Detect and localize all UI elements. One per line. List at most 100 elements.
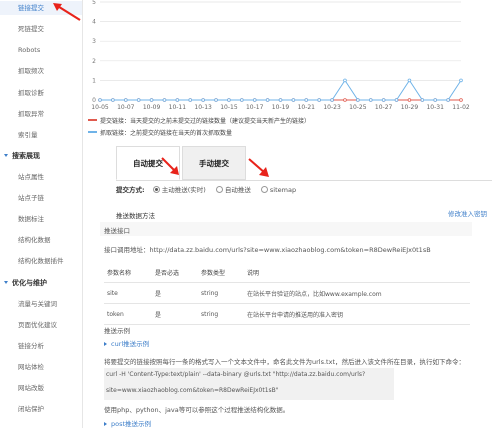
post-example-toggle[interactable]: post推送示例 bbox=[104, 418, 151, 428]
data-point bbox=[343, 98, 347, 102]
table-header-cell: 参数名称 bbox=[104, 262, 152, 283]
triangle-down-icon bbox=[4, 281, 8, 284]
table-cell: site bbox=[104, 282, 152, 304]
radio-icon bbox=[215, 186, 223, 193]
radio-label: 自动推送 bbox=[224, 186, 251, 194]
x-tick-label: 10-29 bbox=[401, 104, 419, 111]
sidebar-item-site-checkup[interactable]: 网站体检 bbox=[0, 360, 82, 374]
sidebar-section-optimize[interactable]: 优化与维护 bbox=[0, 276, 82, 290]
sidebar: 链接提交 死链提交 Robots 抓取频次 抓取诊断 抓取异常 索引量 搜索展现… bbox=[0, 0, 83, 428]
data-point bbox=[240, 98, 244, 102]
curl-command-block: curl -H 'Content-Type:text/plain' --data… bbox=[104, 368, 394, 400]
table-cell: 是 bbox=[152, 303, 198, 325]
data-point bbox=[343, 78, 347, 83]
data-point bbox=[175, 98, 180, 102]
radio-label: sitemap bbox=[269, 186, 297, 194]
sidebar-item-structured-data[interactable]: 结构化数据 bbox=[0, 233, 82, 247]
link-submit-chart: 0 1 2 3 4 5 10-05 10-07 10-09 10-11 10-13 10-15 10-1… bbox=[91, 0, 470, 111]
table-cell: 在站长平台验证的站点，比如www.example.com bbox=[244, 282, 470, 304]
x-tick-label: 10-07 bbox=[117, 104, 135, 111]
sidebar-item-structured-data-plugin[interactable]: 结构化数据插件 bbox=[0, 254, 82, 268]
data-point bbox=[407, 98, 412, 102]
sidebar-item-crawl-frequency[interactable]: 抓取频次 bbox=[0, 64, 82, 78]
table-cell: 是 bbox=[152, 282, 198, 304]
curl-command-line-2: site=www.xiaozhaoblog.com&token=R8DewRei… bbox=[106, 387, 279, 394]
curl-example-label: curl推送示例 bbox=[111, 340, 150, 348]
x-tick-label: 10-21 bbox=[298, 104, 316, 111]
data-point bbox=[446, 98, 450, 102]
x-tick-label: 10-25 bbox=[349, 104, 367, 111]
data-point bbox=[111, 98, 115, 102]
curl-example-toggle[interactable]: curl推送示例 bbox=[104, 338, 149, 348]
data-point bbox=[98, 98, 102, 102]
table-header-cell: 说明 bbox=[244, 262, 470, 283]
data-point bbox=[317, 98, 321, 102]
params-table: 参数名称 是否必选 参数类型 说明 site 是 string 在站长平台验证的… bbox=[104, 262, 470, 325]
red-arrow-annotation bbox=[161, 157, 179, 175]
tab-manual-submit[interactable]: 手动提交 bbox=[182, 146, 246, 180]
post-example-label: post推送示例 bbox=[111, 420, 152, 428]
sidebar-item-index[interactable]: 索引量 bbox=[0, 128, 82, 142]
table-header-cell: 参数类型 bbox=[198, 262, 244, 283]
legend-label-crawl: 抓取链接：之前提交的链接在当天的首次抓取数量 bbox=[100, 130, 233, 137]
x-tick-label: 10-17 bbox=[246, 104, 264, 111]
radio-sitemap[interactable]: sitemap bbox=[260, 186, 297, 194]
sidebar-section-label: 优化与维护 bbox=[12, 279, 47, 287]
x-tick-label: 10-31 bbox=[426, 104, 444, 111]
curl-command-line-1: curl -H 'Content-Type:text/plain' --data… bbox=[106, 371, 366, 378]
table-header-row: 参数名称 是否必选 参数类型 说明 bbox=[104, 262, 470, 283]
data-point bbox=[136, 98, 141, 102]
y-tick-label: 3 bbox=[92, 38, 96, 45]
php-description: 使用php、python、java等可以参照这个过程推送结构化数据。 bbox=[104, 406, 290, 414]
curl-description: 将要提交的链接按照每行一条的格式写入一个文本文件中，命名此文件为urls.txt… bbox=[104, 358, 465, 366]
table-cell: token bbox=[104, 303, 152, 325]
data-point bbox=[123, 98, 128, 102]
red-arrow-annotation bbox=[53, 3, 81, 21]
radio-label: 主动推送(实时) bbox=[161, 186, 206, 194]
data-point bbox=[459, 78, 463, 83]
data-point bbox=[278, 98, 283, 102]
x-tick-label: 10-11 bbox=[169, 104, 187, 111]
radio-active-push[interactable]: 主动推送(实时) bbox=[152, 186, 206, 194]
y-tick-label: 5 bbox=[92, 0, 96, 6]
edit-token-link[interactable]: 修改准入密钥 bbox=[448, 208, 487, 218]
x-tick-label: 10-05 bbox=[91, 104, 109, 111]
data-point bbox=[162, 98, 167, 102]
sidebar-item-link-analysis[interactable]: 链接分析 bbox=[0, 339, 82, 353]
sidebar-item-site-revision[interactable]: 网站改版 bbox=[0, 381, 82, 395]
sidebar-item-sitelinks[interactable]: 站点子链 bbox=[0, 191, 82, 205]
triangle-down-icon bbox=[4, 154, 8, 157]
data-point bbox=[291, 98, 296, 102]
sidebar-item-crawl-diagnosis[interactable]: 抓取诊断 bbox=[0, 86, 82, 100]
sidebar-item-robots[interactable]: Robots bbox=[0, 43, 82, 57]
radio-auto-push[interactable]: 自动推送 bbox=[215, 186, 251, 194]
sidebar-item-traffic-keywords[interactable]: 流量与关键词 bbox=[0, 297, 82, 311]
sidebar-item-data-annotation[interactable]: 数据标注 bbox=[0, 212, 82, 226]
sidebar-item-site-attributes[interactable]: 站点属性 bbox=[0, 170, 82, 184]
legend-item-submit: 提交链接：当天提交的之前未提交过的链接数量（建议提交当天新产生的链接） bbox=[88, 116, 488, 125]
y-tick-label: 1 bbox=[92, 77, 96, 84]
data-point bbox=[433, 98, 438, 102]
data-point bbox=[201, 98, 205, 102]
triangle-right-icon bbox=[104, 422, 107, 426]
y-tick-label: 2 bbox=[92, 58, 96, 65]
data-point bbox=[381, 98, 386, 102]
data-point bbox=[252, 98, 257, 102]
sidebar-item-dead-link[interactable]: 死链提交 bbox=[0, 22, 82, 36]
table-header-cell: 是否必选 bbox=[152, 262, 198, 283]
data-point bbox=[265, 98, 270, 102]
data-point bbox=[330, 98, 334, 102]
sidebar-item-site-closure[interactable]: 闭站保护 bbox=[0, 402, 82, 416]
interface-header bbox=[100, 222, 472, 236]
sidebar-section-search[interactable]: 搜索展现 bbox=[0, 149, 82, 163]
table-row: site 是 string 在站长平台验证的站点，比如www.example.c… bbox=[104, 282, 470, 304]
legend-swatch-blue bbox=[88, 131, 97, 133]
data-point bbox=[356, 98, 360, 102]
examples-title: 推送示例 bbox=[104, 327, 130, 335]
legend-swatch-red bbox=[88, 119, 97, 121]
legend-item-crawl: 抓取链接：之前提交的链接在当天的首次抓取数量 bbox=[88, 128, 488, 137]
x-tick-label: 10-15 bbox=[220, 104, 238, 111]
radio-icon bbox=[260, 186, 268, 193]
sidebar-item-crawl-errors[interactable]: 抓取异常 bbox=[0, 107, 82, 121]
sidebar-item-page-optimization[interactable]: 页面优化建议 bbox=[0, 318, 82, 332]
